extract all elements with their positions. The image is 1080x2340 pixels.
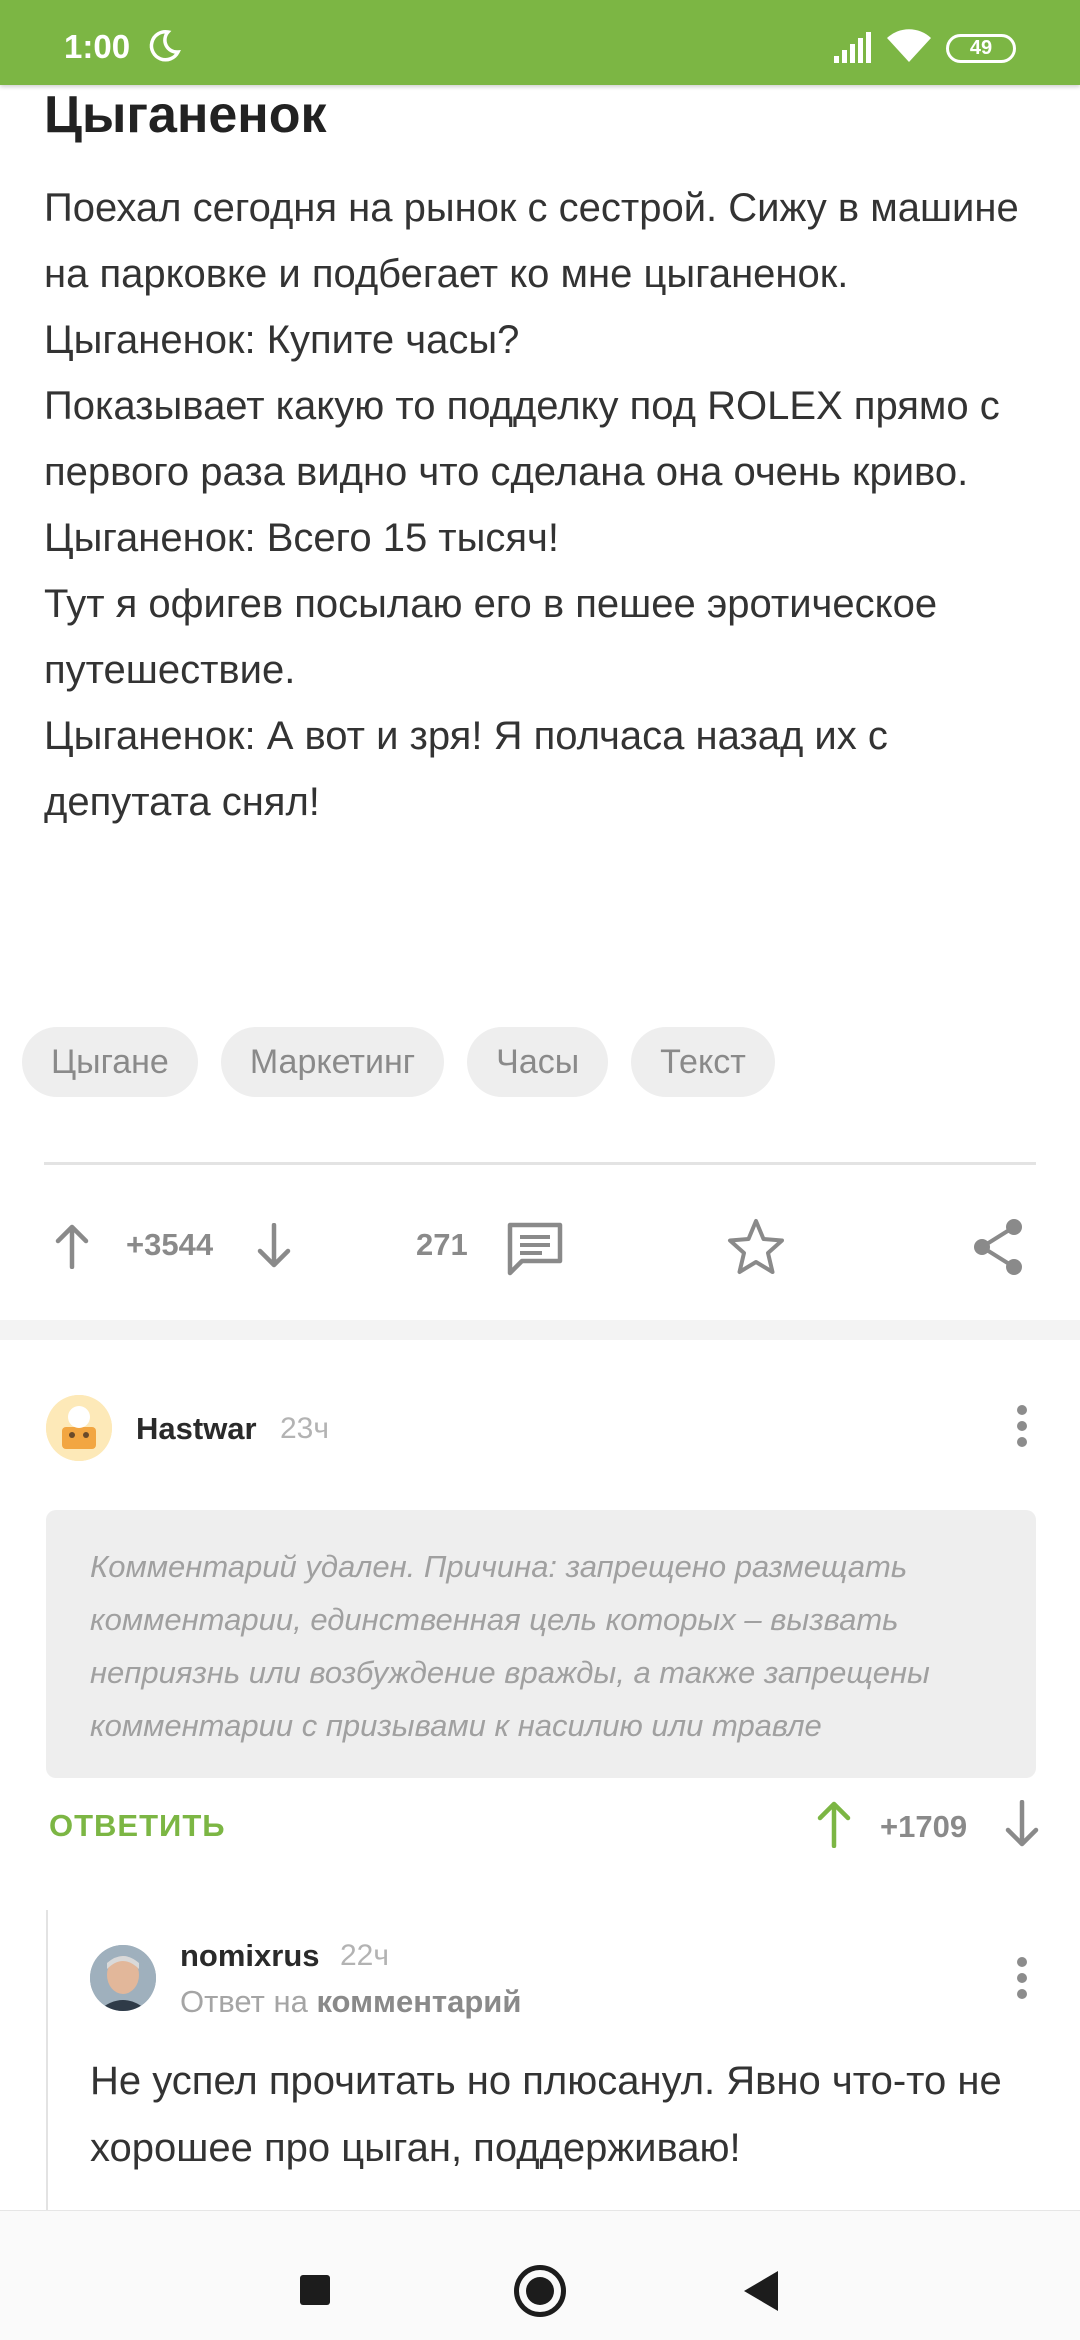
post-paragraph: Цыганенок: Купите часы? [44,318,520,362]
nav-back-icon[interactable] [742,2269,782,2313]
avatar[interactable] [46,1395,112,1461]
comment-author[interactable]: nomixrus [180,1938,320,1974]
status-bar: 1:00 49 [0,0,1080,85]
star-icon[interactable] [726,1217,786,1277]
avatar[interactable] [90,1945,156,2011]
tag-list: Цыгане Маркетинг Часы Текст [22,1027,775,1097]
nav-recents-icon[interactable] [300,2275,330,2305]
comment-time: 23ч [280,1412,329,1445]
tag-chip[interactable]: Маркетинг [220,1027,445,1097]
post-paragraph: Поехал сегодня на рынок с сестрой. Сижу … [44,186,1019,296]
tag-chip[interactable]: Цыгане [22,1027,198,1097]
downvote-icon[interactable] [1002,1800,1042,1848]
deleted-comment-notice: Комментарий удален. Причина: запрещено р… [46,1510,1036,1778]
post-card: Цыганенок Поехал сегодня на рынок с сест… [0,85,1080,1320]
avatar-image [46,1395,112,1461]
comment-text: Не успел прочитать но плюсанул. Явно что… [90,2059,1002,2170]
reply-to-prefix: Ответ на [180,1984,308,2019]
status-time: 1:00 [64,28,131,65]
avatar-image [90,1945,156,2011]
post-rating: +3544 [126,1227,214,1262]
reply-button[interactable]: ОТВЕТИТЬ [49,1808,226,1844]
reply-to-link[interactable]: комментарий [316,1984,521,2019]
post-paragraph: Показывает какую то подделку под ROLEX п… [44,384,1000,494]
wifi-icon [887,29,931,62]
divider [44,1162,1036,1165]
nav-home-icon[interactable] [514,2265,566,2317]
share-icon[interactable] [970,1217,1026,1277]
section-separator [0,1320,1080,1340]
signal-icon [834,32,871,63]
post-actions: +3544 271 [0,1205,1080,1285]
upvote-icon[interactable] [52,1223,92,1269]
more-icon[interactable] [1016,1405,1028,1449]
comments-count[interactable]: 271 [416,1227,468,1263]
comment-rating: +1709 [880,1809,968,1844]
post-body: Поехал сегодня на рынок с сестрой. Сижу … [44,175,1054,835]
moon-icon [149,30,181,62]
comment-time: 22ч [340,1939,389,1972]
upvote-icon[interactable] [814,1800,854,1848]
post-paragraph: Цыганенок: Всего 15 тысяч! [44,516,559,560]
battery-indicator: 49 [946,34,1016,63]
more-icon[interactable] [1016,1957,1028,2001]
system-nav-bar [0,2210,1080,2340]
post-title[interactable]: Цыганенок [44,85,327,145]
downvote-icon[interactable] [254,1223,294,1269]
thread-line [46,1910,48,2210]
tag-chip[interactable]: Текст [631,1027,775,1097]
reply-to-line: Ответ на комментарий [180,1984,521,2020]
tag-chip[interactable]: Часы [467,1027,609,1097]
comment-author[interactable]: Hastwar [136,1411,257,1447]
post-paragraph: Цыганенок: А вот и зря! Я полчаса назад … [44,714,888,824]
post-paragraph: Тут я офигев посылаю его в пешее эротиче… [44,582,938,692]
comments-icon[interactable] [506,1221,564,1277]
